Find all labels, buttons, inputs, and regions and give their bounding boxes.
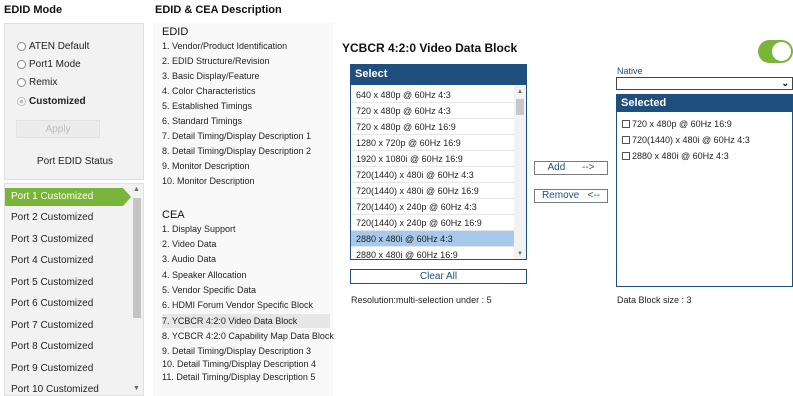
edid-cea-description-panel: EDID 1. Vendor/Product Identification 2.… [153,23,334,396]
edid-mode-heading: EDID Mode [4,4,63,16]
port-item-8[interactable]: Port 8 Customized [5,338,130,356]
selected-item-label: 2880 x 480i @ 60Hz 4:3 [632,151,729,161]
radio-remix[interactable]: Remix [17,77,57,88]
scrollbar-thumb[interactable] [516,99,524,115]
edid-item[interactable]: 1. Vendor/Product Identification [162,39,287,53]
edid-item[interactable]: 3. Basic Display/Feature [162,69,260,83]
cea-item[interactable]: 11. Detail Timing/Display Description 5 [162,370,315,384]
edid-item[interactable]: 10. Monitor Description [162,174,255,188]
port-edid-status-label: Port EDID Status [36,156,114,167]
radio-circle-icon [17,42,26,51]
edid-cea-heading: EDID & CEA Description [155,4,282,16]
radio-label: Port1 Mode [29,59,81,70]
cea-item[interactable]: 9. Detail Timing/Display Description 3 [162,344,311,358]
toggle-knob [772,42,791,61]
cea-item[interactable]: 8. YCBCR 4:2:0 Capability Map Data Block [162,329,334,343]
cea-item[interactable]: 3. Audio Data [162,252,216,266]
selected-item-label: 720 x 480p @ 60Hz 16:9 [632,119,732,129]
edid-item[interactable]: 9. Monitor Description [162,159,250,173]
native-select[interactable]: ⌄ [616,77,793,90]
checkbox-icon[interactable] [622,152,630,160]
list-item[interactable]: 1920 x 1080i @ 60Hz 16:9 [351,151,514,167]
select-list[interactable]: 640 x 480p @ 60Hz 4:3 720 x 480p @ 60Hz … [350,84,527,260]
selected-list[interactable]: 720 x 480p @ 60Hz 16:9 720(1440) x 480i … [616,112,793,287]
enable-toggle[interactable] [758,40,793,63]
data-block-size: Data Block size : 3 [617,295,692,305]
add-button[interactable]: Add --> [534,161,608,175]
port-item-7[interactable]: Port 7 Customized [5,317,130,335]
remove-button[interactable]: Remove <-- [534,189,608,203]
scroll-up-icon[interactable]: ▲ [517,89,523,95]
arrow-left-icon: <-- [587,190,601,201]
radio-label: Customized [29,96,86,107]
list-item[interactable]: 2880 x 480i @ 60Hz 16:9 [351,247,514,259]
cea-item[interactable]: 6. HDMI Forum Vendor Specific Block [162,298,313,312]
list-item[interactable]: 720(1440) x 480i @ 60Hz 16:9 [351,183,514,199]
apply-button[interactable]: Apply [16,120,100,138]
edid-section-title: EDID [162,26,189,38]
cea-item[interactable]: 5. Vendor Specific Data [162,283,256,297]
list-item[interactable]: 720(1440) x 480i @ 60Hz 4:3 [351,167,514,183]
edid-item[interactable]: 6. Standard Timings [162,114,242,128]
radio-checked-icon [17,97,26,106]
native-label: Native [617,66,643,76]
radio-circle-icon [17,78,26,87]
port-item-3[interactable]: Port 3 Customized [5,231,130,249]
port-item-5[interactable]: Port 5 Customized [5,274,130,292]
radio-customized[interactable]: Customized [17,96,86,107]
radio-label: Remix [29,77,58,88]
radio-circle-icon [17,60,26,69]
list-item[interactable]: 720 x 480p @ 60Hz 4:3 [351,103,514,119]
checkbox-icon[interactable] [622,136,630,144]
cea-item[interactable]: 10. Detail Timing/Display Description 4 [162,357,316,371]
port-item-1[interactable]: Port 1 Customized [5,188,131,206]
select-list-scrollbar[interactable]: ▲ ▼ [514,85,526,259]
list-item[interactable]: 1280 x 720p @ 60Hz 16:9 [351,135,514,151]
edid-item[interactable]: 7. Detail Timing/Display Description 1 [162,129,311,143]
edid-item[interactable]: 8. Detail Timing/Display Description 2 [162,144,311,158]
scrollbar-thumb[interactable] [133,198,141,318]
list-item[interactable]: 640 x 480p @ 60Hz 4:3 [351,87,514,103]
selected-item[interactable]: 2880 x 480i @ 60Hz 4:3 [622,149,729,163]
cea-item[interactable]: 1. Display Support [162,222,236,236]
cea-item[interactable]: 4. Speaker Allocation [162,268,247,282]
checkbox-icon[interactable] [622,120,630,128]
remove-button-label: Remove [541,190,580,201]
edid-item[interactable]: 4. Color Characteristics [162,84,256,98]
scroll-down-icon[interactable]: ▼ [517,251,523,257]
list-item-highlighted[interactable]: 2880 x 480i @ 60Hz 4:3 [351,231,514,247]
port-list-scrollbar[interactable]: ▲ ▼ [132,184,142,395]
radio-port1-mode[interactable]: Port1 Mode [17,59,81,70]
port-item-9[interactable]: Port 9 Customized [5,360,130,378]
edid-item[interactable]: 2. EDID Structure/Revision [162,54,270,68]
selected-list-header: Selected [616,94,793,112]
port-status-list: Port 1 Customized Port 2 Customized Port… [4,183,144,396]
edid-mode-panel: ATEN Default Port1 Mode Remix Customized… [4,23,144,180]
edid-item[interactable]: 5. Established Timings [162,99,252,113]
list-item[interactable]: 720(1440) x 240p @ 60Hz 16:9 [351,215,514,231]
clear-all-button[interactable]: Clear All [350,269,527,284]
port-item-6[interactable]: Port 6 Customized [5,295,130,313]
chevron-down-icon: ⌄ [781,78,789,88]
port-item-2[interactable]: Port 2 Customized [5,209,130,227]
list-item[interactable]: 720 x 480p @ 60Hz 16:9 [351,119,514,135]
cea-item-selected[interactable]: 7. YCBCR 4:2:0 Video Data Block [162,314,330,328]
list-item[interactable]: 720(1440) x 240p @ 60Hz 4:3 [351,199,514,215]
cea-section-title: CEA [162,209,185,221]
select-list-header: Select [350,64,527,85]
scroll-up-icon[interactable]: ▲ [133,186,140,193]
port-item-10[interactable]: Port 10 Customized [5,381,130,395]
add-button-label: Add [547,162,566,173]
radio-label: ATEN Default [29,41,90,52]
block-title: YCBCR 4:2:0 Video Data Block [342,41,518,55]
selected-item-label: 720(1440) x 480i @ 60Hz 4:3 [632,135,750,145]
cea-item[interactable]: 2. Video Data [162,237,216,251]
arrow-right-icon: --> [581,162,595,173]
selected-item[interactable]: 720 x 480p @ 60Hz 16:9 [622,117,732,131]
radio-aten-default[interactable]: ATEN Default [17,41,89,52]
scroll-down-icon[interactable]: ▼ [133,385,140,392]
resolution-note: Resolution:multi-selection under : 5 [351,295,492,305]
port-item-4[interactable]: Port 4 Customized [5,252,130,270]
selected-item[interactable]: 720(1440) x 480i @ 60Hz 4:3 [622,133,750,147]
